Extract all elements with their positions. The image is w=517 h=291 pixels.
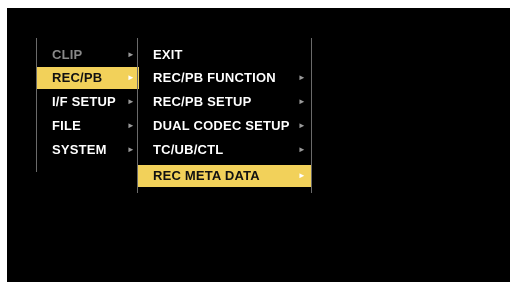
submenu-item-label: TC/UB/CTL: [153, 142, 224, 157]
submenu-item-rec-meta-data[interactable]: REC META DATA ►: [138, 165, 311, 187]
submenu-item-label: DUAL CODEC SETUP: [153, 118, 290, 133]
submenu-arrow-icon: ►: [126, 73, 135, 82]
submenu-item-label: REC META DATA: [153, 168, 260, 183]
menu-item-clip[interactable]: CLIP ►: [37, 44, 139, 66]
submenu-item-dual-codec-setup[interactable]: DUAL CODEC SETUP ►: [138, 115, 311, 137]
submenu-item-exit[interactable]: EXIT: [138, 44, 311, 66]
submenu-item-tc-ub-ctl[interactable]: TC/UB/CTL ►: [138, 139, 311, 161]
submenu-column: EXIT REC/PB FUNCTION ► REC/PB SETUP ► DU…: [137, 38, 312, 193]
submenu-arrow-icon: ►: [126, 121, 135, 130]
submenu-item-label: REC/PB SETUP: [153, 94, 252, 109]
menu-item-label: FILE: [52, 118, 81, 133]
submenu-item-label: REC/PB FUNCTION: [153, 70, 276, 85]
menu-item-rec-pb[interactable]: REC/PB ►: [37, 67, 139, 89]
menu-item-label: REC/PB: [52, 70, 103, 85]
menu-item-system[interactable]: SYSTEM ►: [37, 139, 139, 161]
menu-item-label: SYSTEM: [52, 142, 107, 157]
camera-menu-screen: CLIP ► REC/PB ► I/F SETUP ► FILE ► SYSTE…: [7, 8, 510, 282]
submenu-item-rec-pb-setup[interactable]: REC/PB SETUP ►: [138, 91, 311, 113]
submenu-arrow-icon: ►: [126, 97, 135, 106]
submenu-arrow-icon: ►: [297, 171, 306, 180]
submenu-arrow-icon: ►: [297, 121, 306, 130]
menu-item-if-setup[interactable]: I/F SETUP ►: [37, 91, 139, 113]
submenu-arrow-icon: ►: [126, 145, 135, 154]
menu-item-file[interactable]: FILE ►: [37, 115, 139, 137]
submenu-arrow-icon: ►: [297, 145, 306, 154]
submenu-arrow-icon: ►: [297, 97, 306, 106]
menu-item-label: CLIP: [52, 47, 83, 62]
submenu-item-label: EXIT: [153, 47, 183, 62]
main-menu-column: CLIP ► REC/PB ► I/F SETUP ► FILE ► SYSTE…: [36, 38, 139, 172]
submenu-item-rec-pb-function[interactable]: REC/PB FUNCTION ►: [138, 67, 311, 89]
submenu-arrow-icon: ►: [126, 50, 135, 59]
submenu-arrow-icon: ►: [297, 73, 306, 82]
menu-item-label: I/F SETUP: [52, 94, 116, 109]
